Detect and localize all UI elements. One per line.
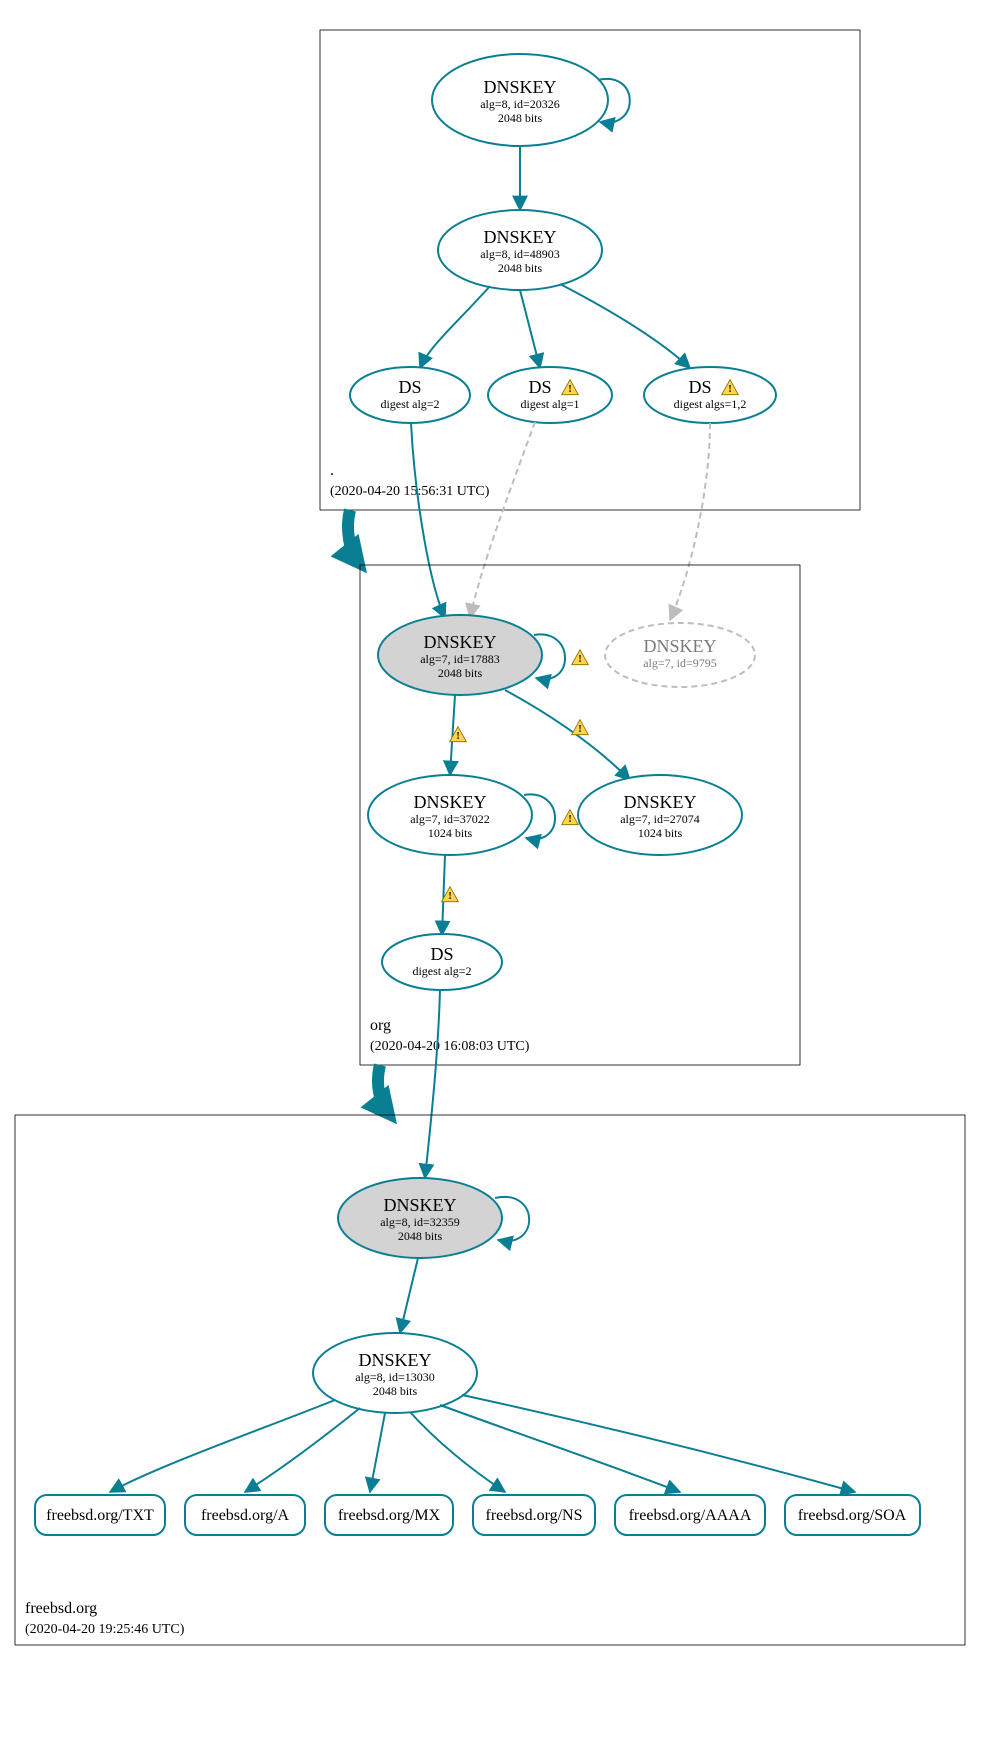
node-org-zsk1[interactable]: DNSKEY alg=7, id=37022 1024 bits [368,775,532,855]
node-title: DNSKEY [383,1195,456,1215]
svg-text:freebsd.org/NS: freebsd.org/NS [485,1507,582,1524]
rrset-aaaa[interactable]: freebsd.org/AAAA [615,1495,765,1535]
svg-text:freebsd.org/AAAA: freebsd.org/AAAA [629,1507,752,1524]
node-sub2: 1024 bits [428,826,473,840]
node-root-ksk[interactable]: DNSKEY alg=8, id=20326 2048 bits [432,54,608,146]
rrset-mx[interactable]: freebsd.org/MX [325,1495,453,1535]
node-org-zsk2[interactable]: DNSKEY alg=7, id=27074 1024 bits [578,775,742,855]
zone-freebsd: freebsd.org (2020-04-20 19:25:46 UTC) [15,1115,965,1645]
zone-freebsd-label: freebsd.org [25,1600,97,1617]
node-sub1: alg=7, id=27074 [620,812,700,826]
warn-icon [572,720,589,736]
node-sub1: alg=8, id=48903 [480,247,560,261]
node-sub2: 2048 bits [373,1384,418,1398]
edge-root-zsk-to-ds2 [420,286,490,368]
edge-zsk-to-mx [370,1413,385,1492]
node-title: DNSKEY [483,77,556,97]
rrset-soa[interactable]: freebsd.org/SOA [785,1495,920,1535]
rrset-a[interactable]: freebsd.org/A [185,1495,305,1535]
node-title: DNSKEY [413,792,486,812]
node-sub1: alg=8, id=13030 [355,1370,435,1384]
node-root-ds-alg2[interactable]: DS digest alg=2 [350,367,470,423]
zone-freebsd-timestamp: (2020-04-20 19:25:46 UTC) [25,1622,185,1637]
edge-org-zsk1-to-ds [442,855,445,935]
zone-org-timestamp: (2020-04-20 16:08:03 UTC) [370,1039,530,1054]
edge-ds12-to-org-missing [670,423,710,620]
rrset-ns[interactable]: freebsd.org/NS [473,1495,595,1535]
node-title: DS [430,944,453,964]
node-sub2: 2048 bits [398,1229,443,1243]
node-sub1: digest alg=2 [380,397,439,411]
svg-text:freebsd.org/SOA: freebsd.org/SOA [798,1507,907,1524]
node-title: DNSKEY [423,632,496,652]
node-sub1: alg=7, id=17883 [420,652,500,666]
rrset-txt[interactable]: freebsd.org/TXT [35,1495,165,1535]
svg-text:freebsd.org/MX: freebsd.org/MX [338,1507,441,1524]
node-freebsd-ksk[interactable]: DNSKEY alg=8, id=32359 2048 bits [338,1178,502,1258]
edge-org-ds-to-fb-ksk [425,990,440,1178]
node-title: DNSKEY [623,792,696,812]
zone-root-timestamp: (2020-04-20 15:56:31 UTC) [330,484,490,499]
node-sub1: alg=7, id=37022 [410,812,490,826]
node-sub1: alg=8, id=32359 [380,1215,460,1229]
node-sub1: alg=8, id=20326 [480,97,560,111]
node-org-ksk[interactable]: DNSKEY alg=7, id=17883 2048 bits [378,615,542,695]
node-org-ds[interactable]: DS digest alg=2 [382,934,502,990]
node-sub2: 2048 bits [498,261,543,275]
zone-org-label: org [370,1017,391,1034]
node-sub1: digest alg=2 [412,964,471,978]
node-sub2: 1024 bits [638,826,683,840]
svg-text:freebsd.org/A: freebsd.org/A [201,1507,290,1524]
node-sub2: 2048 bits [438,666,483,680]
node-title: DNSKEY [483,227,556,247]
node-title: DS [398,377,421,397]
delegation-org-to-freebsd [378,1065,388,1113]
svg-text:freebsd.org/TXT: freebsd.org/TXT [46,1507,154,1524]
edge-zsk-to-txt [110,1400,335,1492]
node-root-ds-alg1[interactable]: DS digest alg=1 [488,367,612,423]
delegation-root-to-org [348,510,358,562]
node-title: DS [528,377,551,397]
node-freebsd-zsk[interactable]: DNSKEY alg=8, id=13030 2048 bits [313,1333,477,1413]
node-sub1: digest algs=1,2 [674,397,747,411]
node-title: DNSKEY [358,1350,431,1370]
node-sub1: alg=7, id=9795 [643,656,717,670]
zone-root-label: . [330,462,334,479]
warn-icon [572,650,589,666]
edge-root-zsk-to-ds1 [520,290,540,368]
node-sub2: 2048 bits [498,111,543,125]
edge-org-ksk-to-zsk2 [505,690,630,780]
node-title: DS [688,377,711,397]
edge-zsk-to-a [245,1408,360,1492]
node-root-zsk[interactable]: DNSKEY alg=8, id=48903 2048 bits [438,210,602,290]
edge-root-zsk-to-ds12 [560,284,690,368]
edge-fb-ksk-to-zsk [400,1258,418,1333]
node-org-dnskey-missing[interactable]: DNSKEY alg=7, id=9795 [605,623,755,687]
edge-ds2-to-org-ksk [411,423,445,618]
node-root-ds-alg12[interactable]: DS digest algs=1,2 [644,367,776,423]
edge-ds1-to-org-ksk [470,422,535,618]
edge-zsk-to-aaaa [440,1405,680,1492]
warn-icon [562,810,579,826]
node-title: DNSKEY [643,636,716,656]
edge-zsk-to-soa [462,1395,855,1492]
node-sub1: digest alg=1 [520,397,579,411]
